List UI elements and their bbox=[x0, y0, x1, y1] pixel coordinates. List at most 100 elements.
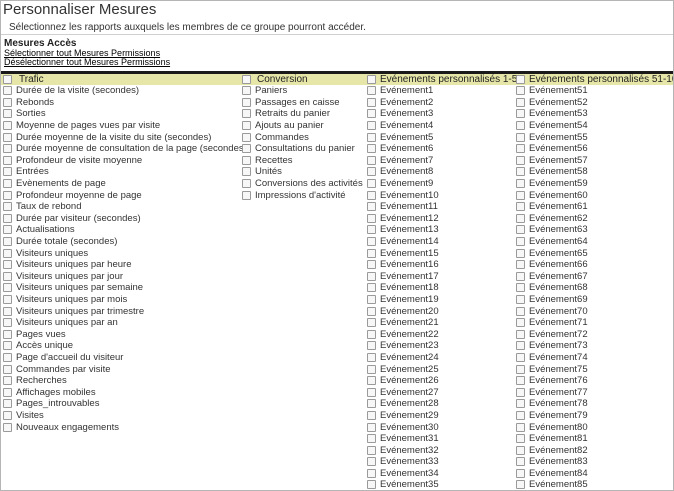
metric-item[interactable]: Evénement18 bbox=[367, 282, 515, 294]
metric-item[interactable]: Evénement31 bbox=[367, 433, 515, 445]
metric-item[interactable]: Paniers bbox=[242, 85, 364, 97]
metric-item[interactable]: Evénement67 bbox=[516, 271, 673, 283]
metric-checkbox[interactable] bbox=[3, 109, 12, 119]
metric-item[interactable]: Evénement60 bbox=[516, 189, 673, 201]
metric-item[interactable]: Evénement51 bbox=[516, 85, 673, 97]
metric-item[interactable]: Entrées bbox=[3, 166, 240, 178]
metric-checkbox[interactable] bbox=[3, 294, 12, 304]
metric-item[interactable]: Evènements de page bbox=[3, 178, 240, 190]
metric-checkbox[interactable] bbox=[242, 86, 251, 96]
metric-item[interactable]: Evénement70 bbox=[516, 305, 673, 317]
metric-item[interactable]: Unités bbox=[242, 166, 364, 178]
select-column-checkbox[interactable] bbox=[242, 75, 251, 84]
metric-item[interactable]: Visiteurs uniques par trimestre bbox=[3, 305, 240, 317]
metric-checkbox[interactable] bbox=[242, 155, 251, 165]
metric-checkbox[interactable] bbox=[367, 97, 376, 107]
metric-checkbox[interactable] bbox=[367, 376, 376, 386]
metric-item[interactable]: Evénement81 bbox=[516, 433, 673, 445]
metric-item[interactable]: Evénement71 bbox=[516, 317, 673, 329]
metric-item[interactable]: Evénement52 bbox=[516, 97, 673, 109]
metric-item[interactable]: Evénement80 bbox=[516, 421, 673, 433]
metric-item[interactable]: Durée par visiteur (secondes) bbox=[3, 213, 240, 225]
metric-checkbox[interactable] bbox=[242, 121, 251, 131]
metric-checkbox[interactable] bbox=[367, 283, 376, 293]
metric-checkbox[interactable] bbox=[3, 248, 12, 258]
metric-checkbox[interactable] bbox=[367, 422, 376, 432]
metric-item[interactable]: Durée moyenne de consultation de la page… bbox=[3, 143, 247, 155]
metric-checkbox[interactable] bbox=[3, 364, 12, 374]
metric-item[interactable]: Evénement4 bbox=[367, 120, 515, 132]
metric-item[interactable]: Evénement3 bbox=[367, 108, 515, 120]
metric-checkbox[interactable] bbox=[3, 132, 12, 142]
metric-checkbox[interactable] bbox=[516, 341, 525, 351]
metric-checkbox[interactable] bbox=[367, 86, 376, 96]
metric-checkbox[interactable] bbox=[3, 410, 12, 420]
metric-checkbox[interactable] bbox=[367, 167, 376, 177]
metric-item[interactable]: Evénement7 bbox=[367, 155, 515, 167]
metric-item[interactable]: Evénement24 bbox=[367, 352, 515, 364]
metric-item[interactable]: Sorties bbox=[3, 108, 240, 120]
metric-item[interactable]: Recherches bbox=[3, 375, 240, 387]
metric-item[interactable]: Profondeur de visite moyenne bbox=[3, 155, 240, 167]
metric-item[interactable]: Commandes par visite bbox=[3, 363, 240, 375]
metric-item[interactable]: Evénement85 bbox=[516, 479, 673, 490]
metric-checkbox[interactable] bbox=[516, 294, 525, 304]
metric-checkbox[interactable] bbox=[516, 213, 525, 223]
metric-item[interactable]: Conversions des activités bbox=[242, 178, 364, 190]
metric-checkbox[interactable] bbox=[516, 387, 525, 397]
metric-checkbox[interactable] bbox=[367, 445, 376, 455]
metric-checkbox[interactable] bbox=[367, 364, 376, 374]
metric-checkbox[interactable] bbox=[516, 422, 525, 432]
metric-item[interactable]: Commandes bbox=[242, 131, 364, 143]
metric-item[interactable]: Visiteurs uniques par an bbox=[3, 317, 240, 329]
metric-item[interactable]: Evénement35 bbox=[367, 479, 515, 490]
metric-checkbox[interactable] bbox=[516, 155, 525, 165]
metric-checkbox[interactable] bbox=[516, 144, 525, 154]
metric-item[interactable]: Evénement5 bbox=[367, 131, 515, 143]
metric-item[interactable]: Evénement56 bbox=[516, 143, 673, 155]
metric-checkbox[interactable] bbox=[516, 352, 525, 362]
metric-item[interactable]: Recettes bbox=[242, 155, 364, 167]
metric-item[interactable]: Evénement82 bbox=[516, 444, 673, 456]
metric-item[interactable]: Evénement64 bbox=[516, 236, 673, 248]
metric-item[interactable]: Ajouts au panier bbox=[242, 120, 364, 132]
metric-item[interactable]: Evénement53 bbox=[516, 108, 673, 120]
metric-item[interactable]: Evénement12 bbox=[367, 213, 515, 225]
metric-checkbox[interactable] bbox=[3, 86, 12, 96]
metric-checkbox[interactable] bbox=[367, 144, 376, 154]
metric-checkbox[interactable] bbox=[516, 190, 525, 200]
metric-checkbox[interactable] bbox=[242, 190, 251, 200]
metric-item[interactable]: Moyenne de pages vues par visite bbox=[3, 120, 240, 132]
metric-item[interactable]: Evénement72 bbox=[516, 328, 673, 340]
metric-checkbox[interactable] bbox=[516, 202, 525, 212]
metric-item[interactable]: Evénement33 bbox=[367, 456, 515, 468]
metric-item[interactable]: Evénement76 bbox=[516, 375, 673, 387]
metric-item[interactable]: Evénement15 bbox=[367, 247, 515, 259]
metric-item[interactable]: Evénement74 bbox=[516, 352, 673, 364]
metric-checkbox[interactable] bbox=[516, 132, 525, 142]
metric-checkbox[interactable] bbox=[3, 341, 12, 351]
metric-checkbox[interactable] bbox=[3, 155, 12, 165]
metric-item[interactable]: Evénement13 bbox=[367, 224, 515, 236]
metric-checkbox[interactable] bbox=[367, 294, 376, 304]
metric-checkbox[interactable] bbox=[367, 457, 376, 467]
metric-checkbox[interactable] bbox=[3, 306, 12, 316]
metric-item[interactable]: Durée totale (secondes) bbox=[3, 236, 240, 248]
metric-item[interactable]: Evénement11 bbox=[367, 201, 515, 213]
metric-checkbox[interactable] bbox=[242, 167, 251, 177]
metric-checkbox[interactable] bbox=[367, 341, 376, 351]
metric-checkbox[interactable] bbox=[367, 132, 376, 142]
metric-item[interactable]: Actualisations bbox=[3, 224, 240, 236]
metric-item[interactable]: Evénement69 bbox=[516, 294, 673, 306]
metric-item[interactable]: Accès unique bbox=[3, 340, 240, 352]
metric-checkbox[interactable] bbox=[367, 179, 376, 189]
metric-item[interactable]: Retraits du panier bbox=[242, 108, 364, 120]
metric-checkbox[interactable] bbox=[3, 318, 12, 328]
metric-item[interactable]: Evénement65 bbox=[516, 247, 673, 259]
metric-checkbox[interactable] bbox=[516, 410, 525, 420]
metric-checkbox[interactable] bbox=[3, 376, 12, 386]
metric-item[interactable]: Evénement25 bbox=[367, 363, 515, 375]
metric-item[interactable]: Evénement27 bbox=[367, 386, 515, 398]
metric-item[interactable]: Evénement20 bbox=[367, 305, 515, 317]
metric-item[interactable]: Evénement83 bbox=[516, 456, 673, 468]
